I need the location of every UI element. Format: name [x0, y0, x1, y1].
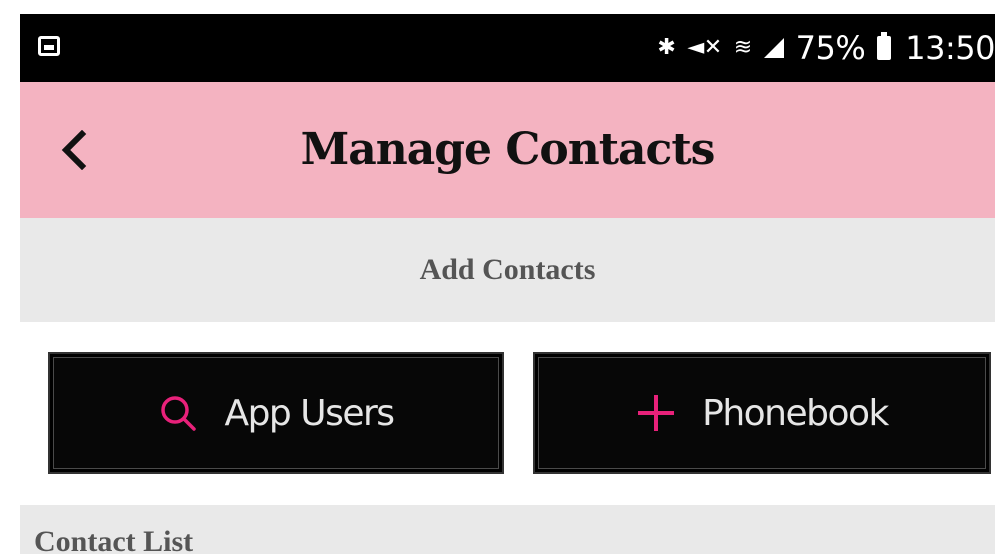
app-users-button[interactable]: App Users	[48, 352, 504, 474]
status-time: 13:50	[905, 29, 995, 67]
app-users-label: App Users	[224, 392, 395, 434]
wifi-icon: ≋	[733, 35, 752, 60]
phonebook-label: Phonebook	[702, 392, 889, 434]
bluetooth-icon: ✱	[657, 35, 676, 60]
mute-icon: ◄✕	[687, 35, 722, 60]
page-title: Manage Contacts	[300, 124, 716, 175]
status-bar: ✱ ◄✕ ≋ 75% 13:50	[20, 14, 995, 82]
contact-list-title: Contact List	[34, 525, 194, 554]
image-icon	[38, 36, 60, 56]
status-bar-right: ✱ ◄✕ ≋ 75% 13:50	[657, 14, 995, 82]
battery-percent: 75%	[795, 29, 866, 67]
top-app-bar: Manage Contacts	[20, 82, 995, 218]
plus-icon	[636, 393, 676, 433]
phonebook-button[interactable]: Phonebook	[533, 352, 991, 474]
app-screen: ✱ ◄✕ ≋ 75% 13:50 Manage Contacts Add Con…	[0, 0, 995, 554]
battery-icon	[877, 32, 892, 60]
add-contacts-heading: Add Contacts	[20, 218, 995, 322]
contact-list-header: Contact List	[20, 505, 995, 554]
signal-icon	[763, 38, 784, 58]
search-icon	[158, 393, 198, 433]
